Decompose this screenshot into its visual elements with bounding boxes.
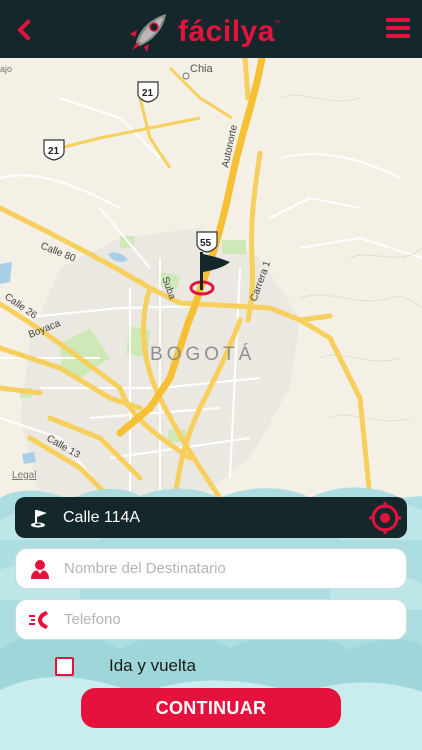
brand-name: fácilya [178, 15, 275, 48]
continue-button[interactable]: CONTINUAR [81, 688, 341, 728]
roundtrip-checkbox[interactable] [55, 656, 74, 676]
brand-trademark: ™ [273, 20, 281, 27]
svg-text:55: 55 [200, 238, 212, 249]
route-shield-55: 55 [196, 231, 218, 253]
route-shield-21b: 21 [43, 139, 65, 161]
map-label-chia: Chia [190, 63, 214, 75]
phone-call-icon [29, 610, 48, 629]
locate-button[interactable] [369, 502, 401, 534]
recipient-name-input[interactable] [64, 560, 364, 577]
golf-flag-icon [31, 509, 47, 527]
chevron-left-icon [17, 19, 31, 41]
svg-text:21: 21 [142, 88, 154, 99]
menu-button[interactable] [386, 18, 412, 42]
app-header: fácilya ™ [0, 0, 422, 58]
recipient-name-field[interactable] [15, 548, 407, 589]
route-shield-21a: 21 [137, 81, 159, 103]
person-icon [31, 559, 49, 579]
crosshair-icon [369, 502, 401, 534]
roundtrip-row: Ida y vuelta [55, 655, 196, 677]
address-field[interactable]: Calle 114A [15, 497, 407, 538]
rocket-icon [130, 14, 166, 52]
brand-logo: fácilya ™ [126, 10, 281, 54]
back-button[interactable] [10, 16, 38, 44]
phone-input[interactable] [64, 611, 364, 628]
svg-text:21: 21 [48, 146, 60, 157]
map-canvas[interactable]: Chia ajo Calle 80 Calle 26 Boyaca Calle … [0, 58, 422, 498]
map-label-city: BOGOTÁ [150, 344, 255, 365]
address-value: Calle 114A [63, 508, 141, 526]
phone-field[interactable] [15, 599, 407, 640]
roundtrip-label: Ida y vuelta [109, 656, 196, 675]
map-view[interactable]: Chia ajo Calle 80 Calle 26 Boyaca Calle … [0, 58, 422, 498]
map-label-ajo: ajo [0, 64, 12, 74]
hamburger-icon [386, 18, 410, 22]
